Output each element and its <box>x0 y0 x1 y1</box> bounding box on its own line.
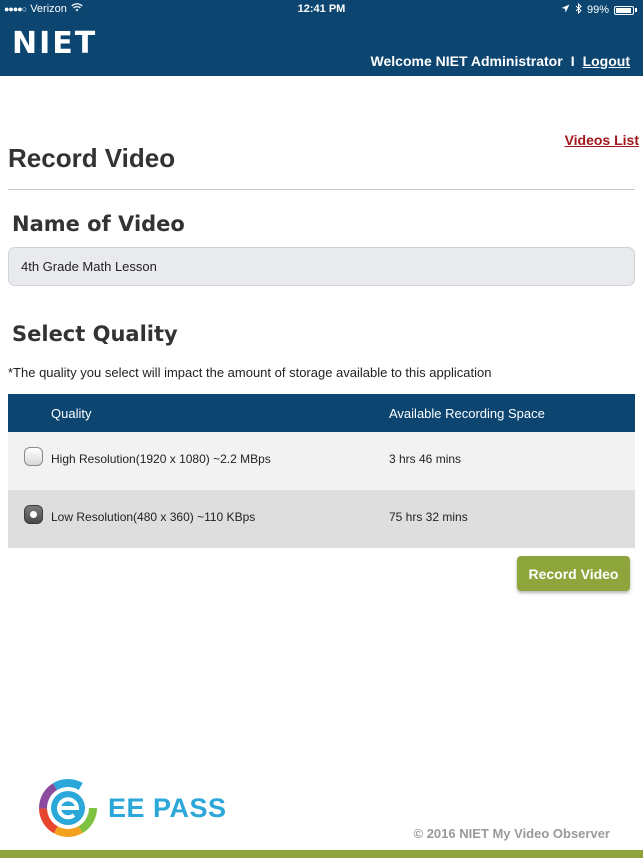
title-divider <box>8 189 635 190</box>
welcome-area: Welcome NIET Administrator I Logout <box>371 53 630 69</box>
quality-option-high[interactable]: High Resolution(1920 x 1080) ~2.2 MBps 3… <box>8 432 635 490</box>
niet-logo: NIET <box>12 26 98 61</box>
battery-percent: 99% <box>586 4 609 16</box>
video-name-input[interactable] <box>8 247 635 286</box>
quality-label-low: Low Resolution(480 x 360) ~110 KBps <box>51 510 256 524</box>
app-header: NIET Welcome NIET Administrator I Logout <box>0 18 643 76</box>
name-section-title: Name of Video <box>12 212 185 236</box>
column-header-space: Available Recording Space <box>389 406 545 421</box>
footer-bar <box>0 850 643 858</box>
status-time: 12:41 PM <box>297 3 346 15</box>
quality-label-high: High Resolution(1920 x 1080) ~2.2 MBps <box>51 452 271 466</box>
ee-pass-emblem-icon <box>39 779 97 837</box>
quality-note: *The quality you select will impact the … <box>8 365 492 380</box>
radio-button-high[interactable] <box>24 447 43 466</box>
ee-pass-text: EE PASS <box>108 792 227 823</box>
location-icon <box>561 4 570 16</box>
quality-section-title: Select Quality <box>12 322 178 346</box>
column-header-quality: Quality <box>51 406 92 421</box>
status-bar: ●●●●○ Verizon 12:41 PM 99% <box>0 0 643 18</box>
quality-table-header: Quality Available Recording Space <box>8 394 635 432</box>
radio-button-low[interactable] <box>24 505 43 524</box>
recording-space-high: 3 hrs 46 mins <box>389 452 462 466</box>
quality-table: Quality Available Recording Space High R… <box>8 394 635 548</box>
logout-link[interactable]: Logout <box>583 53 630 69</box>
record-video-button[interactable]: Record Video <box>517 556 630 591</box>
recording-space-low: 75 hrs 32 mins <box>389 510 468 524</box>
welcome-text: Welcome NIET Administrator <box>370 53 563 69</box>
header-separator: I <box>570 53 575 69</box>
battery-tip <box>635 8 637 12</box>
battery-icon <box>614 5 634 15</box>
status-right: 99% <box>561 2 637 17</box>
page-title: Record Video <box>8 143 176 173</box>
copyright-text: © 2016 NIET My Video Observer <box>413 826 610 841</box>
ee-pass-logo: EE PASS <box>38 778 227 838</box>
videos-list-link[interactable]: Videos List <box>565 132 639 148</box>
bluetooth-icon <box>575 2 582 17</box>
quality-option-low[interactable]: Low Resolution(480 x 360) ~110 KBps 75 h… <box>8 490 635 548</box>
